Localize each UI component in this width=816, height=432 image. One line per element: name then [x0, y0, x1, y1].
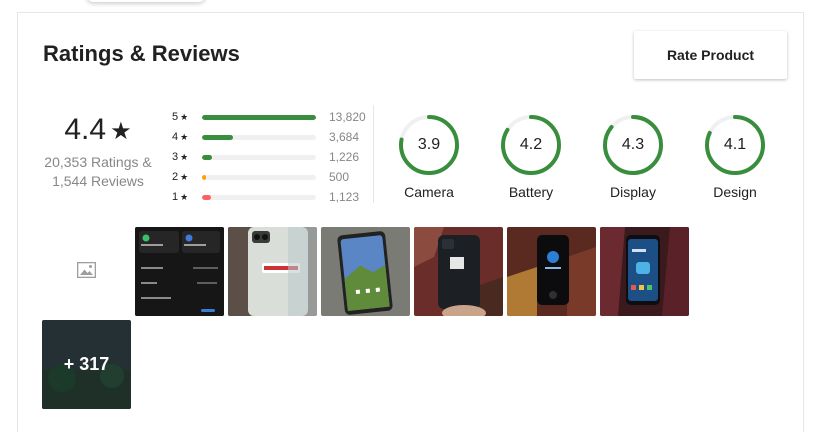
rating-count: 1,226 [329, 150, 360, 164]
feature-score: 4.2 [519, 136, 543, 153]
feature-score: 4.1 [723, 136, 747, 153]
star-icon: ★ [110, 118, 132, 145]
review-photo-thumbnail[interactable] [321, 227, 410, 316]
rating-count: 500 [329, 170, 350, 184]
rating-bar-fill [202, 114, 316, 120]
feature-score-ring: 4.2 [499, 113, 563, 177]
rating-row-2: 2 ★ 500 [172, 167, 366, 187]
star-icon: ★ [180, 192, 189, 202]
star-icon: ★ [180, 132, 189, 142]
average-rating-summary: 4.4 ★ 20,353 Ratings & 1,544 Reviews [38, 113, 158, 191]
rating-bar-fill [202, 174, 206, 180]
review-photo-thumbnail[interactable] [228, 227, 317, 316]
gallery-placeholder [42, 227, 131, 316]
feature-battery: 4.2 Battery [480, 113, 582, 200]
rating-bar-track [202, 174, 316, 180]
star-level-label: 4 ★ [172, 131, 189, 143]
feature-name: Design [713, 184, 757, 200]
rating-bar-track [202, 194, 316, 200]
rating-bar-track [202, 134, 316, 140]
feature-score-ring: 4.1 [703, 113, 767, 177]
ratings-reviews-card: Ratings & Reviews Rate Product 4.4 ★ 20,3… [17, 12, 804, 432]
review-photo [228, 227, 317, 316]
rating-count: 13,820 [329, 110, 366, 124]
review-photo [321, 227, 410, 316]
rating-bar-track [202, 114, 316, 120]
review-photo [507, 227, 596, 316]
rate-product-button[interactable]: Rate Product [634, 31, 787, 79]
rating-distribution: 5 ★ 13,820 4 ★ 3,684 3 ★ 1,226 2 ★ 500 1 ★ 1,… [172, 107, 366, 207]
rating-row-5: 5 ★ 13,820 [172, 107, 366, 127]
rating-count: 1,123 [329, 190, 360, 204]
divider [373, 105, 374, 203]
feature-name: Display [610, 184, 656, 200]
review-photo-thumbnail[interactable] [600, 227, 689, 316]
review-photo [600, 227, 689, 316]
feature-design: 4.1 Design [684, 113, 786, 200]
feature-score-ring: 3.9 [397, 113, 461, 177]
header-shadow-stub [86, 0, 206, 2]
feature-name: Battery [508, 184, 554, 200]
feature-score: 3.9 [417, 136, 441, 153]
review-photo [414, 227, 503, 316]
rating-bar-track [202, 154, 316, 160]
feature-name: Camera [404, 184, 454, 200]
feature-display: 4.3 Display [582, 113, 684, 200]
star-level-label: 5 ★ [172, 111, 189, 123]
section-title: Ratings & Reviews [43, 41, 240, 66]
review-photo-thumbnail[interactable] [414, 227, 503, 316]
average-rating-value: 4.4 [64, 113, 107, 146]
feature-score: 4.3 [621, 136, 645, 153]
review-photo-thumbnail[interactable] [507, 227, 596, 316]
image-icon [77, 262, 96, 278]
star-icon: ★ [180, 112, 189, 122]
ratings-count: 20,353 Ratings & [44, 154, 152, 170]
feature-ratings: 3.9 Camera 4.2 Battery 4.3 Display 4.1 D… [378, 113, 786, 200]
more-photos-button[interactable]: + 317 [42, 320, 131, 409]
rating-row-1: 1 ★ 1,123 [172, 187, 366, 207]
star-level-label: 1 ★ [172, 191, 189, 203]
star-level-label: 2 ★ [172, 171, 189, 183]
star-icon: ★ [180, 152, 189, 162]
rating-row-4: 4 ★ 3,684 [172, 127, 366, 147]
feature-camera: 3.9 Camera [378, 113, 480, 200]
feature-score-ring: 4.3 [601, 113, 665, 177]
rating-row-3: 3 ★ 1,226 [172, 147, 366, 167]
review-photo-thumbnail[interactable] [135, 227, 224, 316]
average-rating: 4.4 ★ [38, 113, 158, 147]
rating-bar-fill [202, 134, 233, 140]
reviews-count: 1,544 Reviews [52, 173, 144, 189]
review-photo [135, 227, 224, 316]
more-photos-count: + 317 [63, 354, 110, 374]
rating-count: 3,684 [329, 130, 360, 144]
rating-bar-fill [202, 154, 212, 160]
star-icon: ★ [180, 172, 189, 182]
star-level-label: 3 ★ [172, 151, 189, 163]
rating-bar-fill [202, 194, 211, 200]
